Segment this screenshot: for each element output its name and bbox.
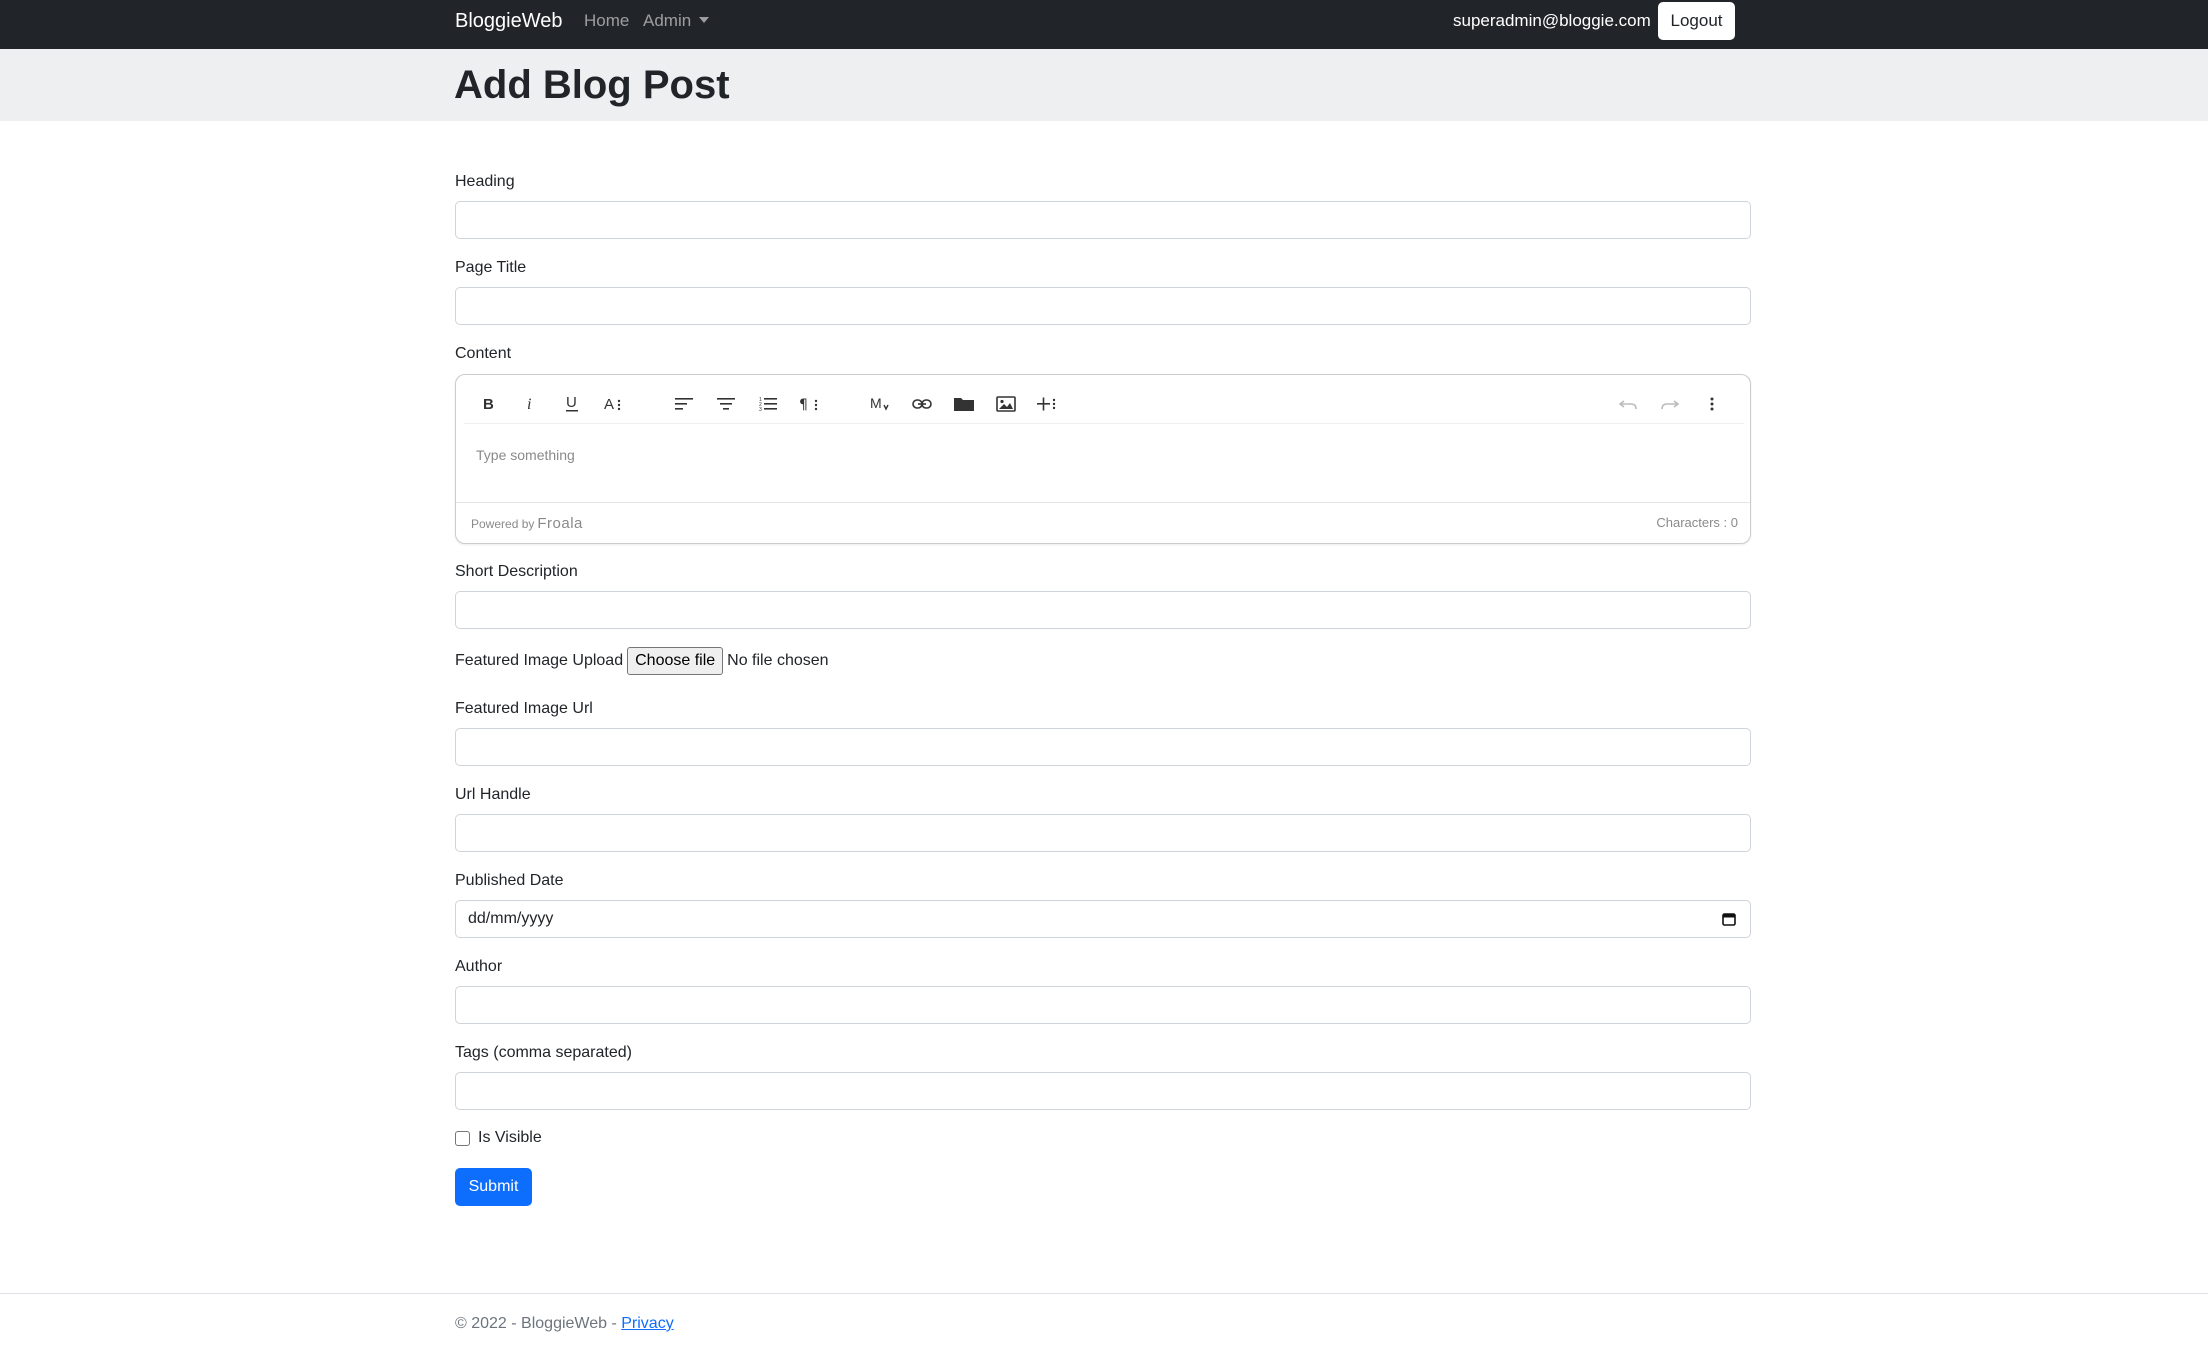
underline-icon[interactable]: U xyxy=(553,385,591,423)
undo-icon[interactable] xyxy=(1609,385,1647,423)
powered-by-text: Powered by xyxy=(471,517,535,531)
svg-text:U: U xyxy=(566,395,577,411)
more-options-icon[interactable] xyxy=(1693,385,1731,423)
align-center-icon[interactable] xyxy=(707,385,745,423)
heading-input[interactable] xyxy=(455,201,1751,239)
is-visible-label[interactable]: Is Visible xyxy=(478,1129,542,1147)
privacy-link[interactable]: Privacy xyxy=(621,1315,673,1332)
tags-label: Tags (comma separated) xyxy=(455,1044,632,1061)
svg-text:¶: ¶ xyxy=(799,397,808,412)
user-email: superadmin@bloggie.com xyxy=(1453,11,1651,30)
ordered-list-icon[interactable]: 123 xyxy=(749,385,787,423)
markdown-icon[interactable]: M xyxy=(861,385,899,423)
link-icon[interactable] xyxy=(903,385,941,423)
footer-divider xyxy=(0,1293,2208,1294)
toolbar-divider xyxy=(464,423,1744,424)
insert-more-icon[interactable] xyxy=(1029,385,1067,423)
page-title: Add Blog Post xyxy=(454,63,730,107)
heading-label: Heading xyxy=(455,173,515,190)
nav-dropdown-admin[interactable]: Admin xyxy=(643,0,710,49)
author-input[interactable] xyxy=(455,986,1751,1024)
is-visible-checkbox[interactable] xyxy=(455,1130,470,1146)
image-icon[interactable] xyxy=(987,385,1025,423)
powered-by-froala[interactable]: Powered by Froala xyxy=(471,515,583,532)
text-style-icon[interactable]: A xyxy=(595,385,633,423)
editor-footer-divider xyxy=(456,502,1750,503)
is-visible-row: Is Visible xyxy=(455,1129,542,1147)
footer: © 2022 - BloggieWeb - Privacy xyxy=(455,1315,674,1333)
froala-logo: Froala xyxy=(537,515,583,532)
align-left-icon[interactable] xyxy=(665,385,703,423)
file-status: No file chosen xyxy=(727,652,829,669)
submit-button[interactable]: Submit xyxy=(455,1168,532,1206)
featured-image-url-label: Featured Image Url xyxy=(455,700,593,717)
paragraph-format-icon[interactable]: ¶ xyxy=(791,385,829,423)
short-description-input[interactable] xyxy=(455,591,1751,629)
content-editor: B i U A 123 ¶ M Type something Powered b… xyxy=(455,374,1751,544)
content-label: Content xyxy=(455,345,512,362)
published-date-placeholder: dd/mm/yyyy xyxy=(468,910,554,927)
featured-image-upload-label: Featured Image Upload xyxy=(455,652,624,669)
featured-image-url-input[interactable] xyxy=(455,728,1751,766)
svg-text:M: M xyxy=(870,396,882,411)
top-navbar: BloggieWeb Home Admin superadmin@bloggie… xyxy=(0,0,2208,49)
published-date-input[interactable]: dd/mm/yyyy xyxy=(455,900,1751,938)
page-header: Add Blog Post xyxy=(0,49,2208,121)
folder-icon[interactable] xyxy=(945,385,983,423)
redo-icon[interactable] xyxy=(1651,385,1689,423)
chevron-down-icon xyxy=(699,16,710,23)
url-handle-label: Url Handle xyxy=(455,786,531,803)
nav-link-home[interactable]: Home xyxy=(584,0,629,49)
nav-dropdown-admin-label: Admin xyxy=(643,11,692,30)
published-date-label: Published Date xyxy=(455,872,564,889)
bold-icon[interactable]: B xyxy=(469,385,507,423)
calendar-icon[interactable] xyxy=(1722,912,1736,926)
page-title-input[interactable] xyxy=(455,287,1751,325)
svg-text:B: B xyxy=(483,396,494,412)
short-description-label: Short Description xyxy=(455,563,578,580)
url-handle-input[interactable] xyxy=(455,814,1751,852)
editor-content-area[interactable]: Type something xyxy=(476,447,575,463)
footer-copyright: © 2022 - BloggieWeb - xyxy=(455,1315,622,1332)
choose-file-button[interactable]: Choose file xyxy=(627,647,724,675)
author-label: Author xyxy=(455,958,503,975)
tags-input[interactable] xyxy=(455,1072,1751,1110)
featured-image-upload-row: Featured Image Upload Choose file No fil… xyxy=(455,646,829,676)
svg-text:3: 3 xyxy=(759,407,762,412)
italic-icon[interactable]: i xyxy=(511,385,549,423)
logout-button[interactable]: Logout xyxy=(1658,2,1735,40)
page-title-label: Page Title xyxy=(455,259,527,276)
svg-text:A: A xyxy=(604,396,614,412)
character-count: Characters : 0 xyxy=(1656,515,1738,530)
brand-link[interactable]: BloggieWeb xyxy=(455,0,562,49)
svg-text:i: i xyxy=(527,396,531,412)
